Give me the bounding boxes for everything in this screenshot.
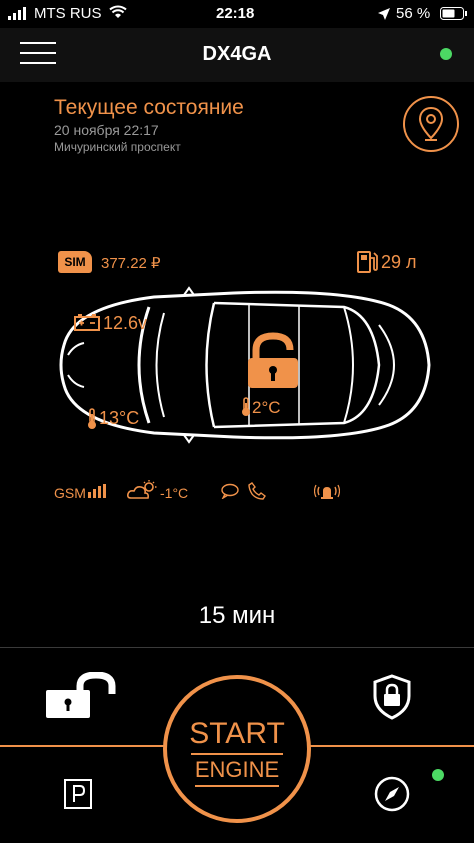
device-title: DX4GA — [202, 43, 272, 65]
battery-car-icon — [74, 313, 100, 336]
battery-voltage: 12.6v — [103, 313, 148, 333]
phone-icon — [248, 482, 266, 505]
siren-icon — [313, 482, 341, 505]
location-pin-icon — [418, 106, 444, 141]
online-indicator — [440, 48, 452, 60]
state-title: Текущее состояние — [54, 96, 244, 119]
weather-icon — [127, 479, 159, 506]
sim-badge: SIM — [58, 251, 92, 273]
cabin-temp-icon — [240, 397, 252, 422]
map-location-button[interactable] — [403, 96, 459, 152]
parking-icon — [73, 785, 86, 802]
engine-temp: 13°C — [99, 408, 140, 428]
gsm-signal-icon — [88, 484, 106, 503]
compass-icon — [374, 776, 410, 812]
sim-label: SIM — [64, 255, 86, 269]
gsm-label: GSM — [54, 485, 86, 501]
engine-label: ENGINE — [194, 757, 280, 782]
fuel-value: 29 л — [381, 252, 417, 272]
signal-icon — [8, 7, 30, 24]
navigation-button[interactable] — [374, 776, 410, 817]
unlock-icon — [46, 671, 116, 718]
engine-underline — [195, 785, 279, 787]
wifi-icon — [109, 5, 127, 23]
state-datetime: 20 ноября 22:17 — [54, 122, 159, 138]
lock-button[interactable] — [372, 674, 412, 725]
start-engine-button[interactable]: START ENGINE — [163, 675, 311, 823]
carrier-label: MTS RUS — [34, 5, 102, 22]
clock: 22:18 — [216, 5, 255, 22]
outside-temp: -1°C — [160, 485, 189, 501]
navigation-online-dot — [432, 769, 444, 781]
unlocked-padlock-icon — [246, 332, 300, 395]
location-arrow-icon — [378, 7, 390, 24]
chat-bubble-icon — [221, 483, 239, 504]
start-label: START — [189, 717, 285, 750]
battery-percent: 56 % — [396, 5, 431, 22]
start-underline — [191, 753, 283, 755]
battery-icon — [440, 7, 468, 24]
status-bar: MTS RUS 22:18 56 % — [0, 0, 474, 28]
engine-temp-icon — [86, 408, 98, 435]
fuel-icon — [356, 250, 378, 279]
state-address: Мичуринский проспект — [54, 140, 181, 154]
unlock-button[interactable] — [44, 671, 120, 725]
parking-button[interactable] — [64, 779, 92, 809]
nav-bar: DX4GA — [0, 28, 474, 82]
balance-value: 377.22 ₽ — [101, 255, 161, 272]
controls-divider-top — [0, 647, 474, 648]
engine-timer: 15 мин — [198, 602, 276, 629]
cabin-temp: 2°C — [252, 398, 281, 417]
shield-lock-icon — [373, 674, 411, 720]
